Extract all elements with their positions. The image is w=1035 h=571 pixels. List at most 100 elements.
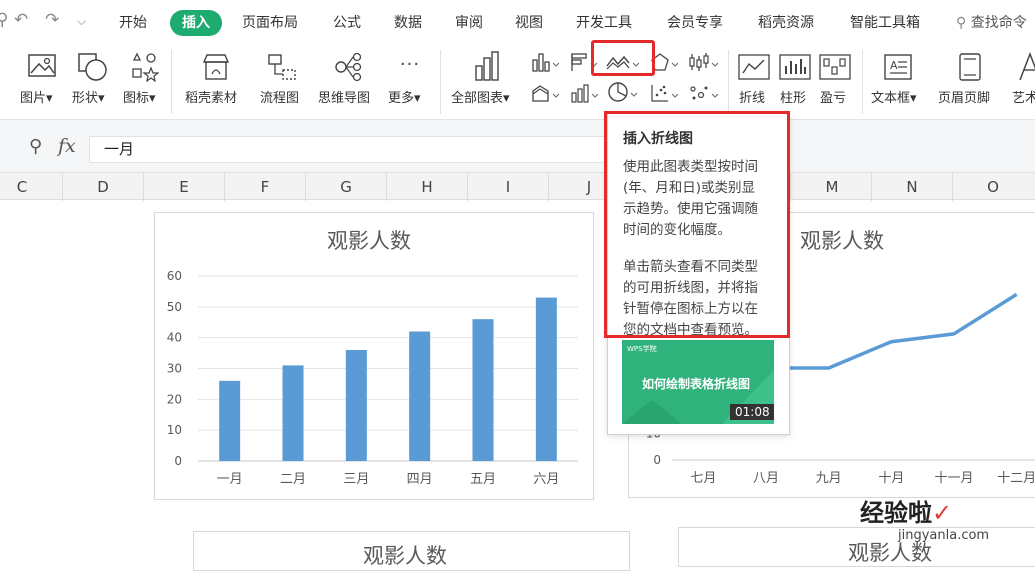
docer-material-button[interactable]	[200, 52, 232, 86]
customize-chevron-icon[interactable]: ⌵	[77, 14, 86, 29]
x-tick-label: 四月	[407, 472, 433, 487]
flowchart-label: 流程图	[260, 91, 300, 106]
bar	[219, 380, 241, 461]
tab-developer[interactable]: 开发工具	[576, 12, 632, 32]
bar	[409, 331, 431, 461]
column-header-f[interactable]: F	[255, 178, 275, 196]
ribbon-separator	[728, 50, 729, 114]
x-tick-label: 三月	[343, 472, 369, 487]
column-header-o[interactable]: O	[983, 178, 1003, 196]
picture-icon	[28, 54, 56, 77]
icons-label: 图标▾	[123, 91, 156, 106]
sparkline-line-button[interactable]	[738, 54, 770, 84]
formula-input[interactable]: 一月	[89, 136, 609, 163]
video-duration: 01:08	[730, 404, 774, 420]
tab-insert[interactable]: 插入	[170, 10, 222, 36]
tab-member[interactable]: 会员专享	[667, 12, 723, 32]
tab-formulas[interactable]: 公式	[333, 12, 361, 32]
scatter-chart-icon[interactable]	[650, 83, 679, 107]
y-tick-label: 0	[653, 453, 661, 467]
x-tick-label: 六月	[533, 472, 559, 487]
area-chart-icon[interactable]	[531, 83, 560, 107]
tooltip-text-line: 单击箭头查看不同类型	[623, 259, 758, 275]
tooltip-text-line: 您的文档中查看预览。	[623, 322, 758, 338]
video-brand: WPS学院	[627, 345, 657, 353]
flowchart-button[interactable]	[266, 52, 298, 86]
bubble-chart-icon[interactable]	[688, 83, 722, 107]
art-text-button[interactable]	[1016, 51, 1035, 86]
search-icon[interactable]: ⚲	[0, 10, 8, 30]
tooltip-text-line: 使用此图表类型按时间	[623, 159, 758, 175]
bar	[535, 297, 557, 461]
shape-button[interactable]	[76, 52, 110, 86]
textbox-icon: A	[884, 54, 912, 80]
stock-chart-icon[interactable]	[688, 52, 722, 76]
column-divider	[952, 173, 953, 201]
x-tick-label: 十月	[878, 471, 904, 486]
combo-chart-icon[interactable]	[570, 83, 599, 107]
y-tick-label: 30	[167, 362, 182, 376]
tooltip-title: 插入折线图	[623, 131, 693, 147]
column-header-i[interactable]: I	[498, 178, 518, 196]
shape-label: 形状▾	[72, 91, 105, 106]
tab-smart-tools[interactable]: 智能工具箱	[850, 12, 920, 32]
column-header-j[interactable]: J	[579, 178, 599, 196]
y-tick-label: 20	[167, 392, 182, 406]
bottom-left-chart-title: 观影人数	[363, 544, 447, 568]
picture-label: 图片▾	[20, 91, 53, 106]
pie-chart-icon[interactable]	[607, 81, 638, 107]
mindmap-button[interactable]	[333, 52, 365, 86]
picture-button[interactable]	[22, 52, 62, 84]
bar	[472, 319, 494, 461]
line-chart-highlight	[591, 40, 655, 76]
column-header-g[interactable]: G	[336, 178, 356, 196]
header-footer-button[interactable]	[955, 52, 985, 86]
sparkline-line-label: 折线	[739, 91, 766, 106]
bar-chart-svg: 0 10 20 30 40 50 60 一月 二月 三月 四月 五月 六月	[167, 269, 578, 487]
tab-docer[interactable]: 稻壳资源	[758, 12, 814, 32]
column-header-h[interactable]: H	[417, 178, 437, 196]
all-charts-label[interactable]: 全部图表▾	[451, 87, 510, 106]
more-dots-icon[interactable]: ···	[395, 54, 425, 75]
column-header-e[interactable]: E	[174, 178, 194, 196]
column-header-c[interactable]: C	[12, 178, 32, 196]
x-tick-label: 十一月	[934, 471, 973, 486]
x-tick-label: 一月	[217, 472, 243, 487]
redo-icon[interactable]: ↷	[45, 10, 59, 30]
tab-data[interactable]: 数据	[394, 12, 422, 32]
tab-review[interactable]: 审阅	[455, 12, 483, 32]
more-label[interactable]: 更多▾	[388, 87, 421, 106]
sparkline-column-button[interactable]	[779, 54, 811, 84]
icons-button[interactable]	[128, 52, 160, 86]
tab-home[interactable]: 开始	[119, 12, 147, 32]
tutorial-video-thumbnail[interactable]: WPS学院 如何绘制表格折线图 01:08	[622, 340, 774, 424]
flowchart-icon	[268, 54, 296, 80]
bar	[345, 350, 367, 461]
watermark-logo: 经验啦✓	[860, 499, 953, 527]
column-chart-icon[interactable]	[531, 52, 560, 76]
tooltip-text-line: 示趋势。使用它强调随	[623, 201, 758, 217]
column-header-m[interactable]: M	[822, 178, 842, 196]
menu-bar: ⚲ ↶ ↷ ⌵ 开始 插入 页面布局 公式 数据 审阅 视图 开发工具 会员专享…	[0, 0, 1035, 44]
tab-page-layout[interactable]: 页面布局	[242, 12, 298, 32]
x-tick-label: 七月	[690, 471, 716, 486]
sparkline-line-icon	[738, 54, 770, 80]
x-tick-label: 八月	[753, 471, 779, 486]
column-divider	[386, 173, 387, 201]
column-divider	[467, 173, 468, 201]
tooltip-text-line: (年、月和日)或类别显	[623, 180, 756, 196]
column-header-n[interactable]: N	[902, 178, 922, 196]
sparkline-winloss-button[interactable]	[819, 54, 851, 84]
tab-view[interactable]: 视图	[515, 12, 543, 32]
textbox-label[interactable]: 文本框▾	[871, 87, 917, 106]
all-charts-button[interactable]	[472, 50, 502, 86]
zoom-icon[interactable]: ⚲	[29, 136, 42, 157]
textbox-button[interactable]: A	[882, 52, 914, 86]
column-divider	[143, 173, 144, 201]
fx-icon[interactable]: fx	[58, 135, 76, 157]
tooltip-text-line: 的可用折线图，并将指	[623, 280, 758, 296]
sparkline-column-label: 柱形	[780, 91, 807, 106]
column-header-d[interactable]: D	[93, 178, 113, 196]
command-search[interactable]: ⚲ 查找命令	[956, 12, 1027, 32]
undo-icon[interactable]: ↶	[14, 10, 28, 30]
